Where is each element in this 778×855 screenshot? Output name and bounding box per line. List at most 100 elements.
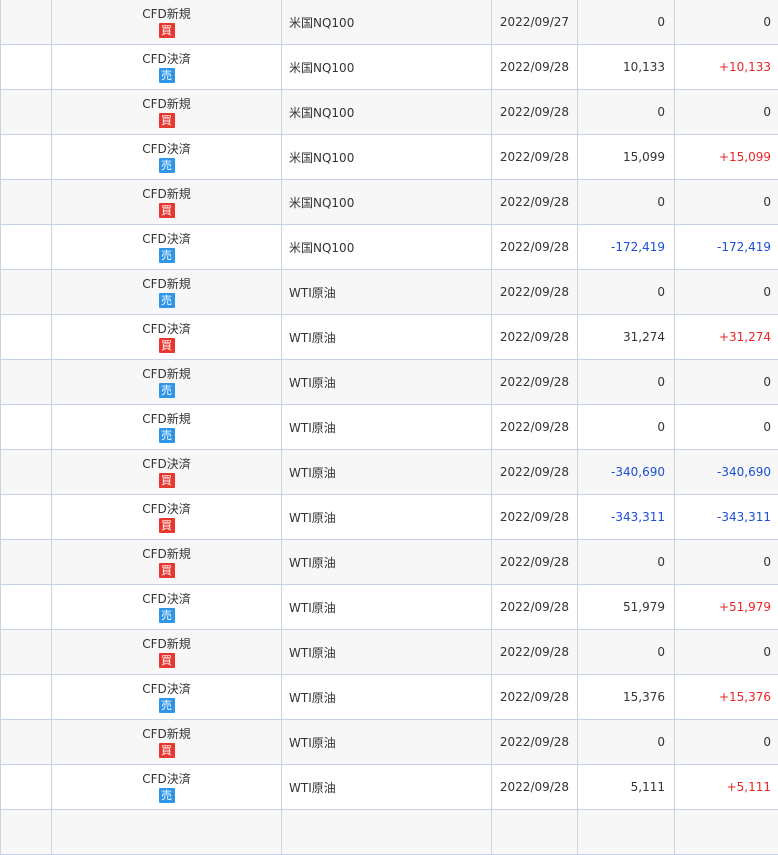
trade-history-table-container: CFD新規 買 米国NQ100 2022/09/27 0 0 CFD決済 売 米… xyxy=(0,0,778,855)
trade-kind-cell: CFD決済 売 xyxy=(52,585,282,630)
trade-side-badge: 買 xyxy=(159,563,175,578)
row-leading-cell xyxy=(1,585,52,630)
trade-kind-label: CFD新規 xyxy=(52,366,281,382)
trade-kind-cell: CFD新規 買 xyxy=(52,540,282,585)
instrument-name-cell: WTI原油 xyxy=(282,540,492,585)
trade-kind-label: CFD決済 xyxy=(52,681,281,697)
trade-side-badge: 売 xyxy=(159,293,175,308)
amount-cell: 51,979 xyxy=(578,585,675,630)
trade-date-cell: 2022/09/28 xyxy=(492,360,578,405)
profit-cell: 0 xyxy=(675,180,778,225)
trade-date-cell: 2022/09/28 xyxy=(492,90,578,135)
trade-kind-cell: CFD新規 売 xyxy=(52,405,282,450)
trade-kind-label: CFD決済 xyxy=(52,321,281,337)
amount-cell: 0 xyxy=(578,270,675,315)
amount-cell: 10,133 xyxy=(578,45,675,90)
trade-kind-label: CFD決済 xyxy=(52,456,281,472)
profit-cell: 0 xyxy=(675,360,778,405)
row-leading-cell xyxy=(1,765,52,810)
trade-side-badge: 買 xyxy=(159,743,175,758)
trade-side-badge: 売 xyxy=(159,383,175,398)
profit-cell: -340,690 xyxy=(675,450,778,495)
trade-kind-label: CFD決済 xyxy=(52,591,281,607)
instrument-name-cell: 米国NQ100 xyxy=(282,180,492,225)
amount-cell: 0 xyxy=(578,90,675,135)
instrument-name-cell: 米国NQ100 xyxy=(282,135,492,180)
trade-side-badge: 売 xyxy=(159,248,175,263)
table-row: CFD決済 売 WTI原油 2022/09/28 15,376 +15,376 xyxy=(1,675,778,720)
trade-date-cell: 2022/09/28 xyxy=(492,450,578,495)
trade-date-cell: 2022/09/28 xyxy=(492,225,578,270)
trade-kind-label: CFD新規 xyxy=(52,6,281,22)
instrument-name-cell: WTI原油 xyxy=(282,405,492,450)
row-leading-cell xyxy=(1,315,52,360)
profit-cell: 0 xyxy=(675,270,778,315)
trade-side-badge: 売 xyxy=(159,158,175,173)
profit-cell: -343,311 xyxy=(675,495,778,540)
trade-side-badge: 売 xyxy=(159,788,175,803)
row-leading-cell xyxy=(1,90,52,135)
trade-date-cell: 2022/09/28 xyxy=(492,180,578,225)
profit-cell: 0 xyxy=(675,540,778,585)
table-row xyxy=(1,810,778,855)
profit-cell: 0 xyxy=(675,0,778,45)
amount-cell: 15,376 xyxy=(578,675,675,720)
instrument-name-cell: 米国NQ100 xyxy=(282,45,492,90)
amount-cell: 0 xyxy=(578,0,675,45)
row-leading-cell xyxy=(1,630,52,675)
trade-date-cell: 2022/09/28 xyxy=(492,405,578,450)
profit-cell: +15,376 xyxy=(675,675,778,720)
trade-date-cell: 2022/09/28 xyxy=(492,765,578,810)
table-row: CFD新規 買 米国NQ100 2022/09/28 0 0 xyxy=(1,90,778,135)
trade-kind-cell: CFD決済 買 xyxy=(52,495,282,540)
trade-kind-cell: CFD決済 売 xyxy=(52,225,282,270)
trade-side-badge: 買 xyxy=(159,518,175,533)
row-leading-cell xyxy=(1,225,52,270)
trade-side-badge: 売 xyxy=(159,698,175,713)
instrument-name-cell: WTI原油 xyxy=(282,360,492,405)
instrument-name-cell: WTI原油 xyxy=(282,315,492,360)
trade-kind-label: CFD新規 xyxy=(52,411,281,427)
table-row: CFD新規 売 WTI原油 2022/09/28 0 0 xyxy=(1,270,778,315)
profit-cell: +51,979 xyxy=(675,585,778,630)
trade-kind-label: CFD新規 xyxy=(52,726,281,742)
table-row: CFD決済 売 WTI原油 2022/09/28 5,111 +5,111 xyxy=(1,765,778,810)
trade-kind-label: CFD決済 xyxy=(52,141,281,157)
row-leading-cell xyxy=(1,450,52,495)
profit-cell: 0 xyxy=(675,90,778,135)
profit-cell: 0 xyxy=(675,720,778,765)
trade-kind-cell: CFD決済 売 xyxy=(52,45,282,90)
table-row: CFD決済 買 WTI原油 2022/09/28 31,274 +31,274 xyxy=(1,315,778,360)
trade-date-cell: 2022/09/28 xyxy=(492,585,578,630)
instrument-name-cell: 米国NQ100 xyxy=(282,0,492,45)
profit-cell xyxy=(675,810,778,855)
trade-date-cell: 2022/09/28 xyxy=(492,270,578,315)
profit-cell: +31,274 xyxy=(675,315,778,360)
trade-kind-cell: CFD決済 売 xyxy=(52,135,282,180)
trade-kind-cell: CFD決済 買 xyxy=(52,315,282,360)
row-leading-cell xyxy=(1,45,52,90)
trade-kind-label: CFD決済 xyxy=(52,771,281,787)
table-row: CFD新規 買 米国NQ100 2022/09/27 0 0 xyxy=(1,0,778,45)
row-leading-cell xyxy=(1,720,52,765)
amount-cell: 0 xyxy=(578,720,675,765)
table-row: CFD決済 買 WTI原油 2022/09/28 -343,311 -343,3… xyxy=(1,495,778,540)
table-row: CFD新規 売 WTI原油 2022/09/28 0 0 xyxy=(1,405,778,450)
row-leading-cell xyxy=(1,540,52,585)
row-leading-cell xyxy=(1,495,52,540)
table-row: CFD決済 買 WTI原油 2022/09/28 -340,690 -340,6… xyxy=(1,450,778,495)
trade-side-badge: 買 xyxy=(159,113,175,128)
trade-kind-cell: CFD新規 買 xyxy=(52,180,282,225)
table-row: CFD決済 売 米国NQ100 2022/09/28 15,099 +15,09… xyxy=(1,135,778,180)
amount-cell: 0 xyxy=(578,630,675,675)
profit-cell: 0 xyxy=(675,405,778,450)
trade-side-badge: 売 xyxy=(159,608,175,623)
amount-cell: 15,099 xyxy=(578,135,675,180)
trade-date-cell: 2022/09/28 xyxy=(492,630,578,675)
trade-side-badge: 買 xyxy=(159,338,175,353)
trade-history-rows: CFD新規 買 米国NQ100 2022/09/27 0 0 CFD決済 売 米… xyxy=(1,0,778,855)
profit-cell: +10,133 xyxy=(675,45,778,90)
table-row: CFD決済 売 WTI原油 2022/09/28 51,979 +51,979 xyxy=(1,585,778,630)
trade-kind-cell: CFD新規 売 xyxy=(52,270,282,315)
table-row: CFD決済 売 米国NQ100 2022/09/28 10,133 +10,13… xyxy=(1,45,778,90)
